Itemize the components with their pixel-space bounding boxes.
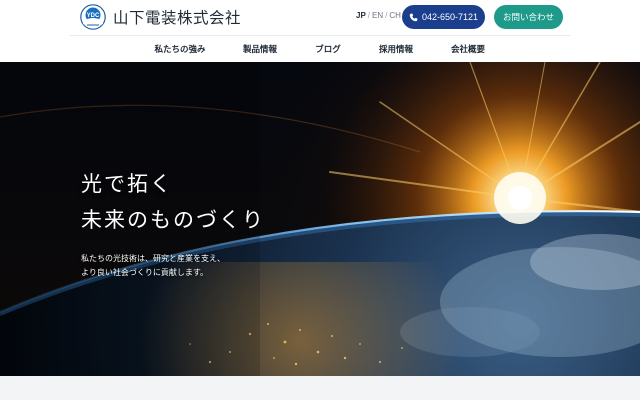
next-section-band: [0, 376, 640, 400]
nav-item-blog[interactable]: ブログ: [315, 43, 341, 55]
lang-ch[interactable]: CH: [389, 11, 401, 20]
nav-item-recruit[interactable]: 採用情報: [379, 43, 413, 55]
nav-item-products[interactable]: 製品情報: [243, 43, 277, 55]
hero-title-line2: 未来のものづくり: [81, 208, 265, 232]
site-header: YDC 山下電装株式会社 JP / EN / CH 042-650-7121 お問い合わ…: [0, 0, 640, 62]
nav-item-strengths[interactable]: 私たちの強み: [154, 43, 205, 55]
lang-jp[interactable]: JP: [356, 11, 366, 20]
phone-button[interactable]: 042-650-7121: [402, 5, 485, 29]
phone-icon: [409, 13, 418, 21]
nav-item-company[interactable]: 会社概要: [451, 43, 485, 55]
language-switcher: JP / EN / CH: [356, 11, 401, 20]
logo-text: YDC: [87, 13, 100, 19]
company-name[interactable]: 山下電装株式会社: [113, 6, 241, 28]
contact-button[interactable]: お問い合わせ: [494, 5, 563, 29]
company-logo-icon[interactable]: YDC: [80, 4, 106, 30]
hero-section: 光で拓く 未来のものづくり 私たちの光技術は、研究と産業を支え、 より良い社会づ…: [0, 62, 640, 376]
lang-separator: /: [385, 11, 388, 20]
hero-title-line1: 光で拓く: [81, 172, 173, 196]
lang-separator: /: [367, 11, 371, 20]
main-nav: 私たちの強み 製品情報 ブログ 採用情報 会社概要: [0, 36, 640, 62]
hero-subtitle-line2: より良い社会づくりに貢献します。: [81, 268, 209, 277]
contact-label: お問い合わせ: [502, 13, 554, 23]
phone-number: 042-650-7121: [421, 12, 479, 22]
hero-subtitle-line1: 私たちの光技術は、研究と産業を支え、: [81, 254, 225, 263]
lang-en[interactable]: EN: [372, 11, 383, 20]
